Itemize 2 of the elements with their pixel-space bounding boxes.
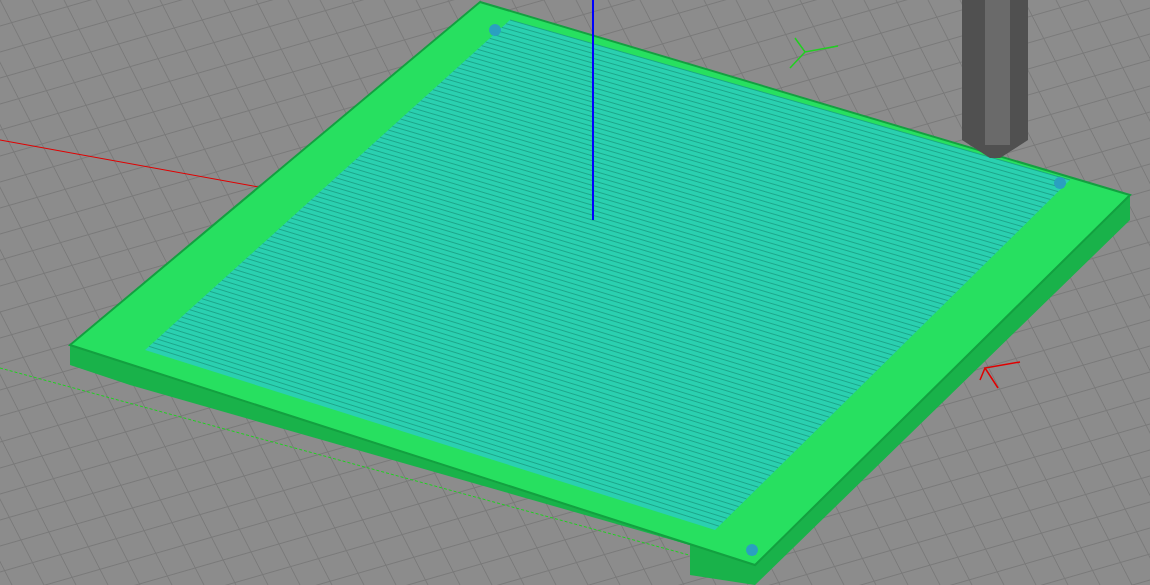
x-axis-marker-icon [979,361,1021,389]
y-axis-marker-icon [789,37,839,69]
